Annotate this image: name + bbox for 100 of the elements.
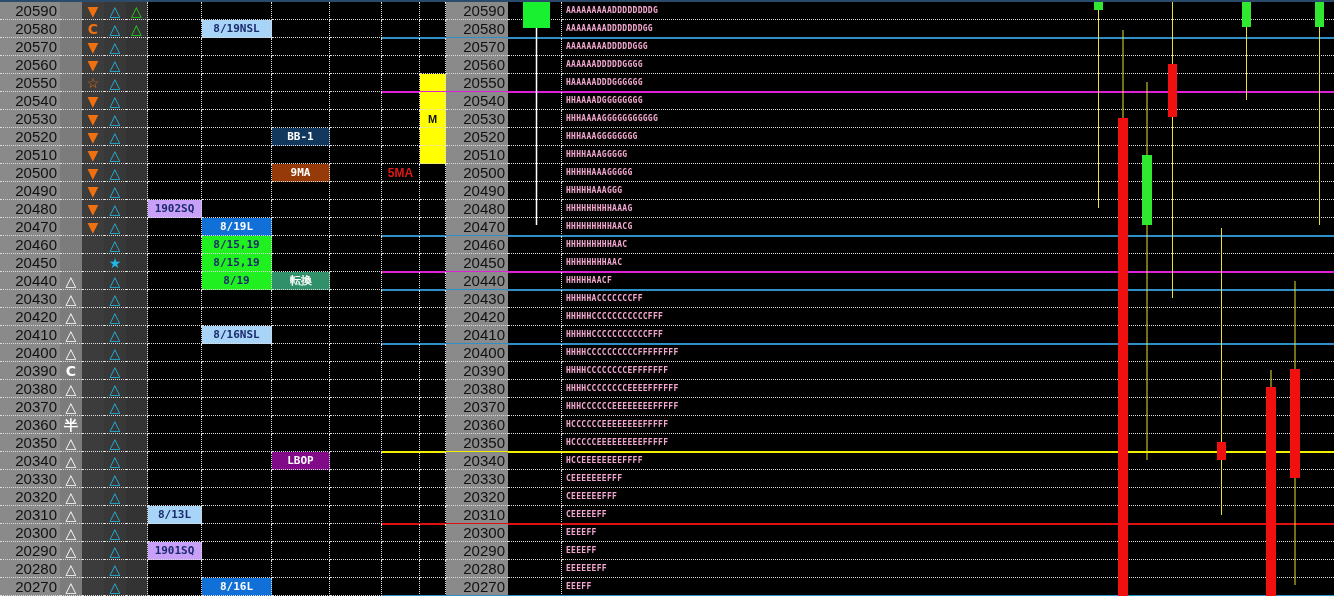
grid-cell — [330, 128, 382, 146]
price-label: 20580 — [0, 20, 60, 38]
level-tag: 8/13L — [148, 506, 202, 524]
signal-mark: △ — [109, 183, 121, 198]
grid-cell — [382, 290, 420, 308]
signal-mark: △ — [65, 489, 77, 504]
price-label: 20390 — [0, 362, 60, 380]
tpo-letters: EEEEFF — [566, 546, 597, 555]
grid-cell — [382, 524, 420, 542]
grid-cell — [272, 344, 330, 362]
signal-mark: ▼ — [87, 57, 99, 72]
grid-cell — [382, 542, 420, 560]
price-label: 20280 — [446, 560, 508, 578]
grid-cell — [148, 398, 202, 416]
tpo-letters: HHHHCCCCCCCCCCFFFFFFFF — [566, 348, 679, 357]
grid-cell — [148, 74, 202, 92]
grid-cell — [330, 56, 382, 74]
tpo-letters: HHHHCCCCCCCCEFFFFFFF — [566, 366, 669, 375]
grid-cell — [272, 2, 330, 20]
grid-cell — [272, 470, 330, 488]
grid-cell — [330, 380, 382, 398]
grid-cell — [330, 218, 382, 236]
price-label: 20290 — [0, 542, 60, 560]
grid-cell — [202, 74, 272, 92]
price-label: 20470 — [446, 218, 508, 236]
price-label: 20520 — [446, 128, 508, 146]
signal-mark: △ — [65, 273, 77, 288]
level-tag: 8/16L — [202, 578, 272, 596]
signal-mark: △ — [65, 507, 77, 522]
grid-cell — [272, 290, 330, 308]
signal-mark: △ — [109, 345, 121, 360]
price-label: 20440 — [0, 272, 60, 290]
price-label: 20270 — [446, 578, 508, 596]
grid-cell — [148, 416, 202, 434]
grid-cell — [330, 236, 382, 254]
price-label: 20510 — [446, 146, 508, 164]
grid-cell — [202, 488, 272, 506]
level-tag: 8/19L — [202, 218, 272, 236]
price-label: 20270 — [0, 578, 60, 596]
signal-mark: △ — [65, 291, 77, 306]
price-label: 20490 — [0, 182, 60, 200]
signal-mark: △ — [109, 543, 121, 558]
price-label: 20400 — [0, 344, 60, 362]
signal-mark: △ — [109, 93, 121, 108]
grid-cell — [272, 92, 330, 110]
grid-cell — [330, 560, 382, 578]
price-label: 20350 — [0, 434, 60, 452]
signal-mark: ▼ — [87, 165, 99, 180]
price-label: 20500 — [0, 164, 60, 182]
signal-mark: △ — [109, 507, 121, 522]
grid-cell — [330, 470, 382, 488]
grid-cell — [148, 290, 202, 308]
signal-mark: △ — [131, 21, 142, 36]
tpo-letters: HHHHHCCCCCCCCCCCFFF — [566, 312, 664, 321]
price-label: 20420 — [446, 308, 508, 326]
grid-cell — [272, 362, 330, 380]
price-label: 20370 — [446, 398, 508, 416]
grid-cell — [330, 146, 382, 164]
grid-cell — [330, 542, 382, 560]
tpo-letters: HCCEEEEEEEEFFFF — [566, 456, 643, 465]
level-tag: 8/19NSL — [202, 20, 272, 38]
grid-cell — [382, 38, 420, 56]
grid-cell — [330, 452, 382, 470]
price-label: 20480 — [446, 200, 508, 218]
grid-cell — [330, 74, 382, 92]
price-label: 20550 — [0, 74, 60, 92]
signal-mark: △ — [109, 129, 121, 144]
signal-mark: ▼ — [87, 147, 99, 162]
signal-mark: △ — [65, 399, 77, 414]
price-label: 20470 — [0, 218, 60, 236]
signal-mark: ▼ — [87, 219, 99, 234]
grid-cell — [202, 110, 272, 128]
price-label: 20330 — [446, 470, 508, 488]
signal-mark: △ — [109, 399, 121, 414]
price-label: 20510 — [0, 146, 60, 164]
grid-cell — [330, 290, 382, 308]
grid-cell — [202, 542, 272, 560]
price-label: 20440 — [446, 272, 508, 290]
price-label: 20330 — [0, 470, 60, 488]
price-label: 20380 — [0, 380, 60, 398]
tpo-letters: HHHHHHHHHAAC — [566, 240, 628, 249]
grid-cell — [202, 92, 272, 110]
signal-mark: △ — [65, 453, 77, 468]
price-label: 20380 — [446, 380, 508, 398]
grid-cell — [272, 578, 330, 596]
signal-mark: △ — [65, 309, 77, 324]
grid-cell — [148, 452, 202, 470]
grid-cell — [330, 416, 382, 434]
signal-mark: ▼ — [87, 39, 99, 54]
grid-cell — [202, 506, 272, 524]
level-tag: BB-1 — [272, 128, 330, 146]
signal-mark: △ — [109, 201, 121, 216]
tpo-letters: EEEFF — [566, 582, 592, 591]
grid-cell — [330, 398, 382, 416]
price-label: 20550 — [446, 74, 508, 92]
price-label: 20460 — [0, 236, 60, 254]
grid-cell — [202, 416, 272, 434]
signal-mark: ▼ — [87, 3, 99, 18]
signal-mark: △ — [109, 309, 121, 324]
grid-cell — [272, 524, 330, 542]
